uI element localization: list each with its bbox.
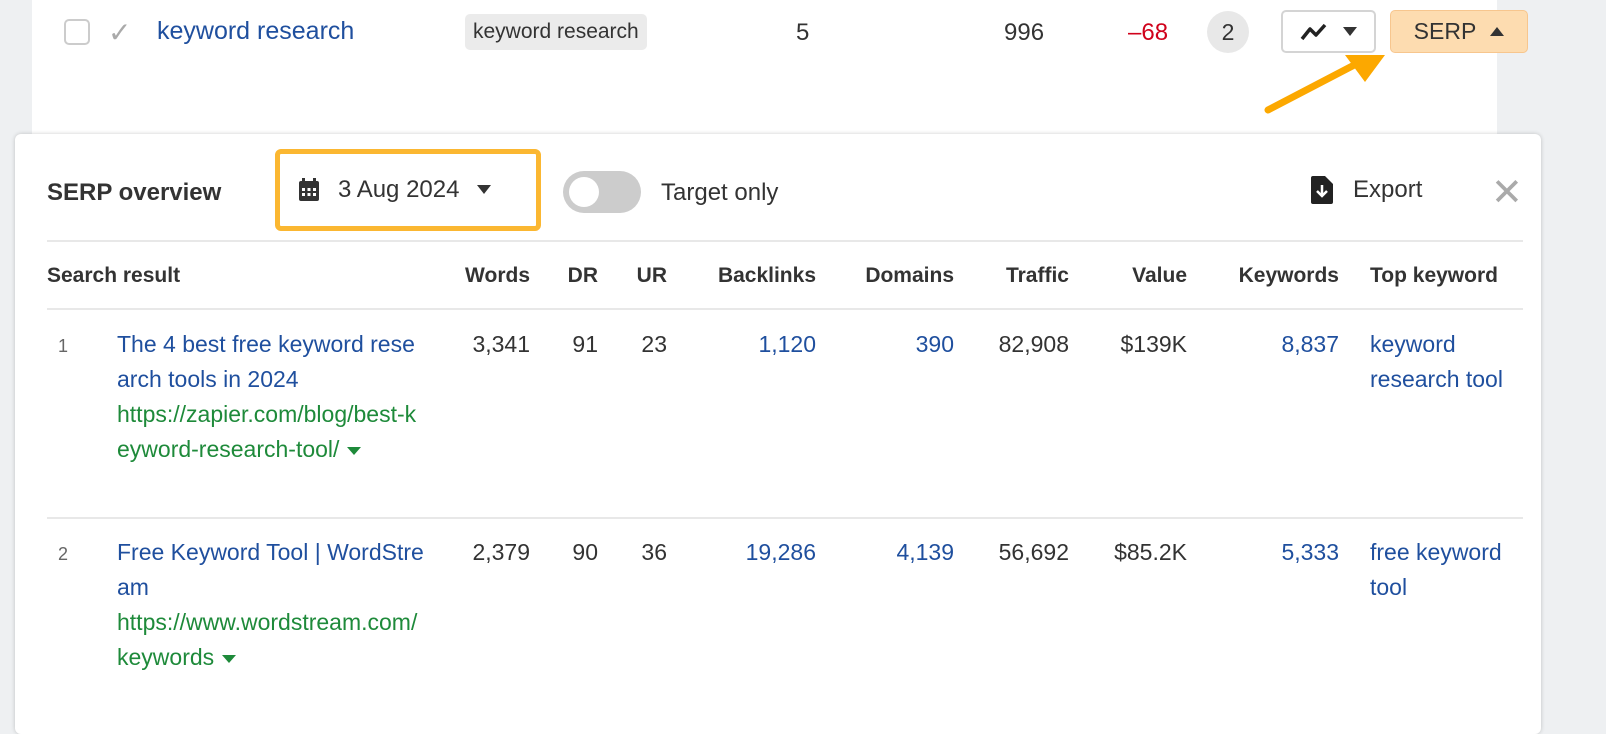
target-only-toggle[interactable] [563, 171, 641, 213]
words: 2,379 [472, 539, 530, 565]
rank: 2 [58, 544, 69, 564]
caret-up-icon [1490, 26, 1505, 36]
change-value: –68 [1128, 19, 1169, 46]
keywords-link[interactable]: 5,333 [1281, 535, 1339, 570]
col-traffic[interactable]: Traffic [1006, 264, 1069, 288]
col-value[interactable]: Value [1132, 264, 1187, 288]
count-badge[interactable]: 2 [1207, 11, 1249, 53]
divider [47, 240, 1523, 242]
ur: 36 [641, 539, 667, 565]
backlinks-link[interactable]: 1,120 [758, 327, 816, 362]
backlinks-link[interactable]: 19,286 [746, 535, 816, 570]
export-button[interactable]: Export [1311, 176, 1422, 204]
col-search-result[interactable]: Search result [47, 264, 180, 288]
position-value: 5 [796, 19, 810, 46]
top-keyword-link[interactable]: keyword research tool [1370, 327, 1510, 397]
file-download-icon [1311, 176, 1333, 204]
panel-title: SERP overview [47, 179, 222, 206]
value: $139K [1120, 331, 1187, 357]
caret-down-icon[interactable] [347, 446, 362, 455]
result-url-link[interactable]: https://zapier.com/blog/best-keyword-res… [117, 401, 416, 462]
row-divider [47, 517, 1523, 519]
export-label: Export [1353, 176, 1423, 203]
result-title-link[interactable]: Free Keyword Tool | WordStream [117, 539, 424, 600]
traffic: 82,908 [998, 331, 1069, 357]
caret-down-icon [477, 185, 492, 194]
domains-link[interactable]: 390 [916, 327, 954, 362]
col-words[interactable]: Words [465, 264, 530, 288]
divider [47, 308, 1523, 310]
line-chart-icon [1300, 23, 1327, 40]
calendar-icon [299, 178, 319, 201]
serp-overview-panel: SERP overview 3 Aug 2024 Target only Exp… [15, 134, 1541, 734]
row-checkbox[interactable] [64, 19, 90, 45]
col-keywords[interactable]: Keywords [1239, 264, 1339, 288]
col-top-keyword[interactable]: Top keyword [1370, 264, 1498, 288]
value: $85.2K [1114, 539, 1187, 565]
search-result: Free Keyword Tool | WordStream https://w… [117, 535, 427, 675]
date-picker[interactable]: 3 Aug 2024 [275, 149, 541, 231]
date-value: 3 Aug 2024 [338, 176, 460, 203]
top-keyword-link[interactable]: free keyword tool [1370, 535, 1510, 605]
chart-dropdown-button[interactable] [1281, 10, 1376, 53]
keyword-link[interactable]: keyword research [157, 17, 354, 46]
result-url-link[interactable]: https://www.wordstream.com/keywords [117, 609, 417, 670]
caret-down-icon[interactable] [222, 654, 237, 663]
rank: 1 [58, 336, 69, 356]
col-backlinks[interactable]: Backlinks [718, 264, 816, 288]
dr: 90 [572, 539, 598, 565]
serp-label: SERP [1413, 18, 1477, 44]
col-domains[interactable]: Domains [865, 264, 954, 288]
annotation-arrow [1264, 55, 1385, 114]
check-icon: ✓ [108, 17, 132, 48]
result-title-link[interactable]: The 4 best free keyword research tools i… [117, 331, 415, 392]
keywords-link[interactable]: 8,837 [1281, 327, 1339, 362]
target-only-label: Target only [661, 179, 779, 206]
col-dr[interactable]: DR [568, 264, 598, 288]
ur: 23 [641, 331, 667, 357]
close-icon[interactable]: ✕ [1491, 170, 1523, 215]
dr: 91 [572, 331, 598, 357]
volume-value: 996 [1004, 19, 1045, 46]
caret-down-icon [1342, 26, 1357, 36]
serp-button[interactable]: SERP [1390, 10, 1528, 53]
domains-link[interactable]: 4,139 [896, 535, 954, 570]
traffic: 56,692 [998, 539, 1069, 565]
search-result: The 4 best free keyword research tools i… [117, 327, 427, 467]
col-ur[interactable]: UR [637, 264, 667, 288]
keyword-tag[interactable]: keyword research [465, 14, 647, 50]
words: 3,341 [472, 331, 530, 357]
toggle-knob [569, 177, 599, 207]
